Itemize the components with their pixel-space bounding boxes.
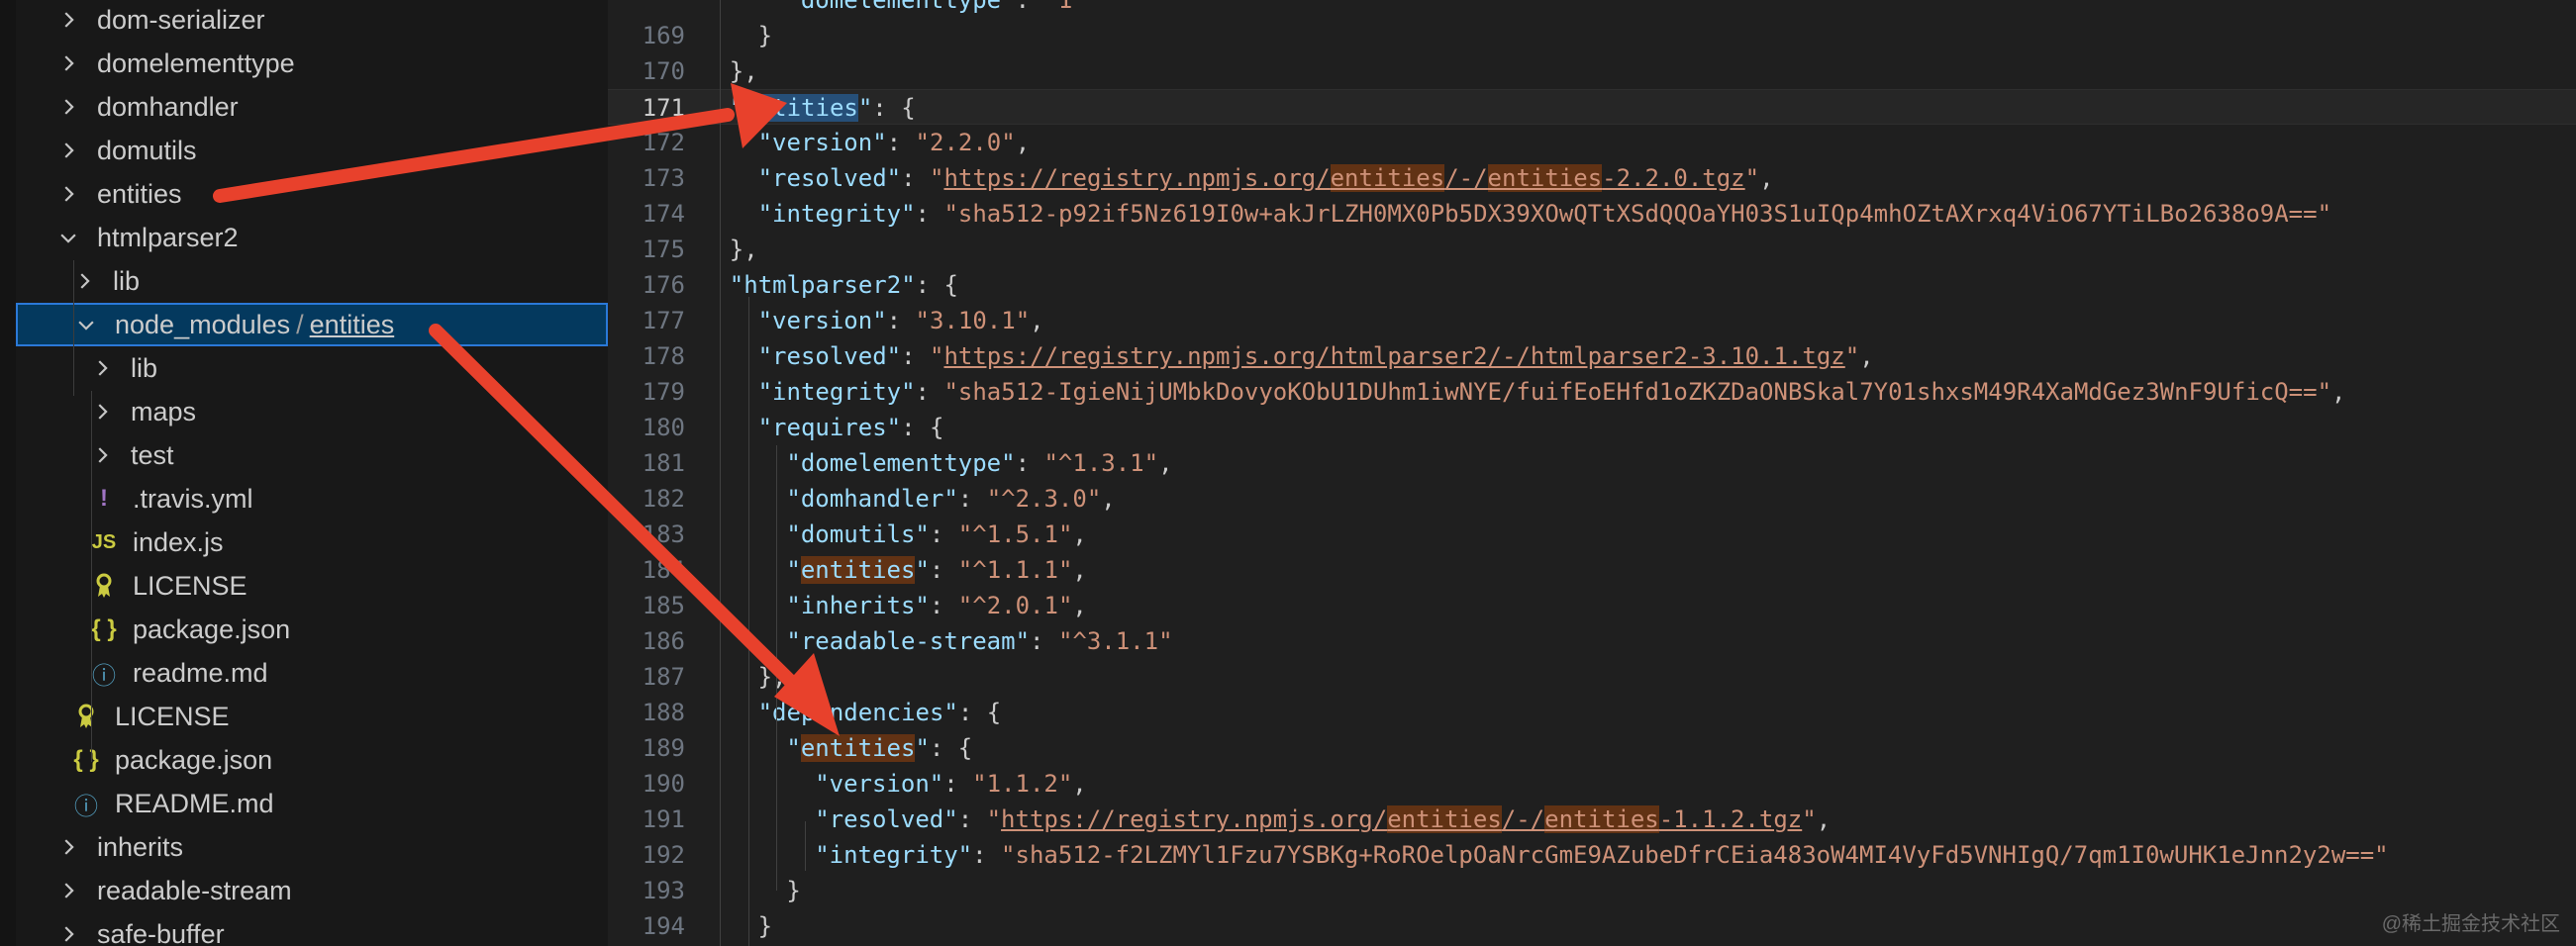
arrow-entities-top: [213, 83, 787, 203]
arrow-entities-nested: [429, 324, 840, 736]
watermark: @稀土掘金技术社区: [2381, 913, 2560, 935]
annotation-arrows: [213, 83, 840, 736]
